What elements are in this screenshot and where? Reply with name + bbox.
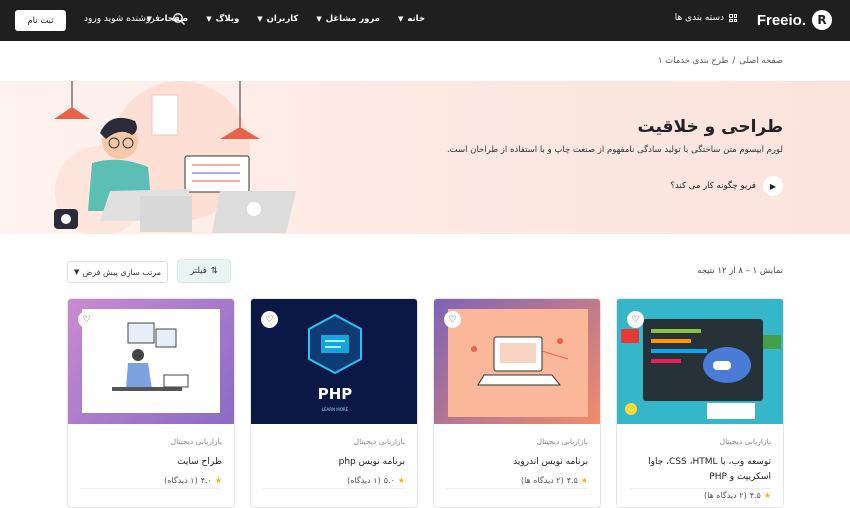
categories-menu[interactable]: دسته بندی ها <box>675 13 737 23</box>
service-thumbnail: ♡ <box>617 299 783 424</box>
review-count: (۲ دیدگاه ها) <box>703 491 747 500</box>
nav-item-users[interactable]: کاربران ▼ <box>257 14 298 24</box>
chevron-down-icon: ▼ <box>206 15 212 23</box>
heart-icon[interactable]: ♡ <box>627 311 644 328</box>
designer-illustration <box>54 81 296 234</box>
card-rating: ★ ۴.۵ (۲ دیدگاه ها) <box>446 476 588 485</box>
nav-label: خانه <box>407 14 425 24</box>
nav-label: کاربران <box>266 14 299 24</box>
filter-icon: ⇅ <box>210 266 218 276</box>
card-category: بازاریابی دیجیتال <box>353 437 405 446</box>
logo-icon: R <box>812 10 832 30</box>
sort-select[interactable]: مرتب سازی پیش فرض ▼ <box>67 261 168 283</box>
nav-label: مرور مشاغل <box>325 14 380 24</box>
card-category: بازاریابی دیجیتال <box>170 437 222 446</box>
review-count: (۲ دیدگاه ها) <box>520 476 564 485</box>
result-count: نمایش ۱ – ۸ از ۱۲ نتیجه <box>697 266 783 276</box>
card-category: بازاریابی دیجیتال <box>536 437 588 446</box>
play-icon[interactable]: ▶ <box>763 176 783 196</box>
service-card[interactable]: ♡ بازاریابی دیجیتال طراح سایت ★ ۴.۰ (۱ د… <box>67 298 235 508</box>
sort-label: مرتب سازی پیش فرض <box>82 267 161 277</box>
top-navbar: R Freeio. دسته بندی ها خانه ▼ مرور مشاغل ▼… <box>0 0 850 41</box>
service-thumbnail: PHP LEARN MORE ♡ <box>251 299 417 424</box>
star-icon: ★ <box>397 476 405 485</box>
card-divider <box>80 488 222 489</box>
grid-icon <box>729 14 737 22</box>
rating-value: ۴.۵ <box>749 491 761 500</box>
filter-button[interactable]: ⇅ فیلتر <box>177 259 231 283</box>
rating-value: ۴.۵ <box>566 476 578 485</box>
card-divider <box>263 488 405 489</box>
breadcrumb: صفحه اصلی / طرح بندی خدمات ۱ <box>658 56 783 66</box>
service-card[interactable]: ♡ بازاریابی دیجیتال توسعه وب، با CSS ،HT… <box>616 298 784 508</box>
hero-title: طراحی و خلاقیت <box>637 117 784 137</box>
logo-text: Freeio. <box>756 11 806 29</box>
nav-item-browse-jobs[interactable]: مرور مشاغل ▼ <box>316 14 380 24</box>
card-title[interactable]: توسعه وب، با CSS ،HTML، جاوا اسکریپت و P… <box>629 455 771 485</box>
chevron-down-icon: ▼ <box>74 268 80 276</box>
rating-value: ۴.۰ <box>200 476 212 485</box>
breadcrumb-current: طرح بندی خدمات ۱ <box>657 56 729 66</box>
register-button[interactable]: ثبت نام <box>15 10 66 31</box>
how-it-works-link[interactable]: ▶ فریو چگونه کار می کند؟ <box>670 176 783 196</box>
heart-icon[interactable]: ♡ <box>444 311 461 328</box>
card-divider <box>446 488 588 489</box>
star-icon: ★ <box>214 476 222 485</box>
card-title[interactable]: طراح سایت <box>80 455 222 470</box>
service-card[interactable]: PHP LEARN MORE ♡ بازاریابی دیجیتال برنام… <box>250 298 418 508</box>
nav-item-home[interactable]: خانه ▼ <box>398 14 425 24</box>
seller-signin-links[interactable]: فروشنده شوید ورود <box>84 14 160 24</box>
hero-banner: طراحی و خلاقیت لورم ایپسوم متن ساختگی با… <box>0 81 850 234</box>
php-logo-text: PHP <box>318 385 353 403</box>
heart-icon[interactable]: ♡ <box>78 311 95 328</box>
card-divider <box>629 488 771 489</box>
star-icon: ★ <box>763 491 771 500</box>
breadcrumb-separator: / <box>732 56 736 66</box>
card-category: بازاریابی دیجیتال <box>719 437 771 446</box>
review-count: (۱ دیدگاه) <box>164 476 198 485</box>
chevron-down-icon: ▼ <box>397 15 404 23</box>
service-thumbnail: ♡ <box>434 299 600 424</box>
breadcrumb-home[interactable]: صفحه اصلی <box>739 56 783 66</box>
heart-icon[interactable]: ♡ <box>261 311 278 328</box>
nav-label: وبلاگ <box>215 14 240 24</box>
card-rating: ★ ۵.۰ (۱ دیدگاه) <box>263 476 405 485</box>
card-title[interactable]: برنامه نویس اندروید <box>446 455 588 470</box>
card-title[interactable]: برنامه نویس php <box>263 455 405 470</box>
logo[interactable]: R Freeio. <box>757 10 832 30</box>
card-rating: ★ ۴.۵ (۲ دیدگاه ها) <box>629 491 771 500</box>
service-thumbnail: ♡ <box>68 299 234 424</box>
php-caption: LEARN MORE <box>322 407 349 412</box>
filter-label: فیلتر <box>190 266 207 276</box>
star-icon: ★ <box>580 476 588 485</box>
service-card[interactable]: ♡ بازاریابی دیجیتال برنامه نویس اندروید … <box>433 298 601 508</box>
rating-value: ۵.۰ <box>383 476 395 485</box>
search-icon[interactable] <box>172 12 186 26</box>
chevron-down-icon: ▼ <box>316 15 322 23</box>
review-count: (۱ دیدگاه) <box>347 476 381 485</box>
nav-item-blog[interactable]: وبلاگ ▼ <box>206 14 239 24</box>
categories-label: دسته بندی ها <box>674 13 724 23</box>
chevron-down-icon: ▼ <box>257 15 263 23</box>
card-rating: ★ ۴.۰ (۱ دیدگاه) <box>80 476 222 485</box>
how-it-works-label: فریو چگونه کار می کند؟ <box>670 181 756 191</box>
hero-subtitle: لورم ایپسوم متن ساختگی با تولید سادگی نا… <box>446 145 783 155</box>
main-nav: خانه ▼ مرور مشاغل ▼ کاربران ▼ وبلاگ ▼ صفحات ▼ <box>147 14 425 24</box>
